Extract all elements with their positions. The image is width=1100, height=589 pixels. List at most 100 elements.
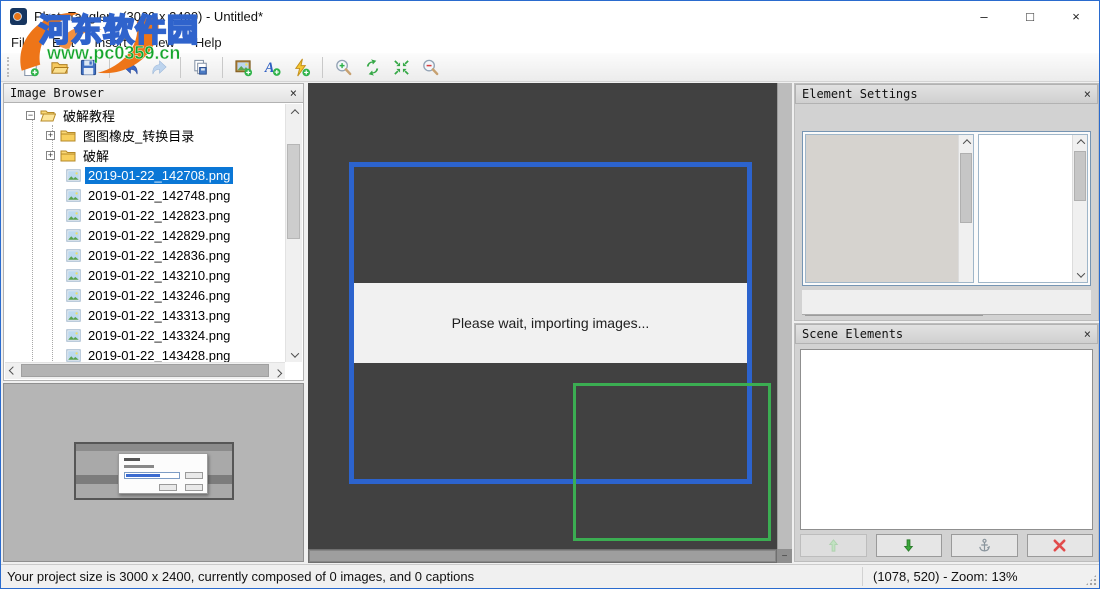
tree-item-label: 2019-01-22_142829.png [85, 227, 233, 244]
image-file-icon [66, 269, 81, 282]
close-icon[interactable]: × [1084, 88, 1091, 100]
tree-item-label: 2019-01-22_142836.png [85, 247, 233, 264]
add-image-icon[interactable] [231, 55, 256, 80]
add-caption-icon[interactable]: A [260, 55, 285, 80]
tree-item-label: 破解 [80, 145, 112, 166]
image-browser-panel: Image Browser × −破解教程+图图橡皮_转换目录+破解2019-0… [3, 83, 304, 381]
tree-item-label: 2019-01-22_143313.png [85, 307, 233, 324]
folder-icon [60, 149, 76, 162]
resize-grip[interactable] [1085, 574, 1097, 586]
tree-item-image[interactable]: 2019-01-22_142748.png [4, 185, 285, 205]
open-project-icon[interactable] [47, 55, 72, 80]
menu-insert[interactable]: Insert [84, 33, 137, 52]
close-icon[interactable]: × [290, 87, 297, 99]
refresh-view-icon[interactable] [360, 55, 385, 80]
toolbar-separator [222, 57, 223, 78]
move-down-button[interactable] [876, 534, 943, 557]
tree-item-image[interactable]: 2019-01-22_143246.png [4, 285, 285, 305]
close-button[interactable]: × [1053, 1, 1099, 32]
settings-pane-scrollbar[interactable] [958, 135, 973, 282]
tree-horizontal-scrollbar[interactable] [5, 362, 285, 379]
tree-item-label: 2019-01-22_143246.png [85, 287, 233, 304]
maximize-button[interactable]: □ [1007, 1, 1053, 32]
window-title: PhotoTangler - (3000 x 2400) - Untitled* [34, 1, 263, 32]
menu-file[interactable]: File [1, 33, 42, 52]
down-arrow-icon [901, 538, 916, 553]
add-effect-icon[interactable] [289, 55, 314, 80]
tree-item-folder[interactable]: + 破解 [4, 145, 285, 165]
tree-item-image[interactable]: 2019-01-22_143313.png [4, 305, 285, 325]
fit-view-icon[interactable] [389, 55, 414, 80]
element-settings-divider [805, 315, 983, 316]
tree-item-label: 2019-01-22_142748.png [85, 187, 233, 204]
image-browser-header: Image Browser × [3, 83, 304, 103]
zoom-in-icon[interactable] [331, 55, 356, 80]
image-file-icon [66, 189, 81, 202]
status-project-info: Your project size is 3000 x 2400, curren… [7, 565, 474, 588]
folder-tree: −破解教程 + 图图橡皮_转换目录 + 破解2019-01-22_142708.png 2… [4, 105, 285, 363]
menu-help[interactable]: Help [185, 33, 232, 52]
composition-canvas[interactable]: Please wait, importing images... − [308, 83, 792, 563]
save-project-icon[interactable] [76, 55, 101, 80]
scene-elements-list[interactable] [800, 349, 1093, 530]
tree-item-image[interactable]: 2019-01-22_142829.png [4, 225, 285, 245]
image-file-icon [66, 229, 81, 242]
tree-item-image[interactable]: 2019-01-22_143210.png [4, 265, 285, 285]
canvas-horizontal-scrollbar[interactable] [308, 549, 777, 563]
zoom-out-icon[interactable] [418, 55, 443, 80]
tree-item-image[interactable]: 2019-01-22_143324.png [4, 325, 285, 345]
close-icon[interactable]: × [1084, 328, 1091, 340]
image-file-icon [66, 249, 81, 262]
expand-plus-icon[interactable]: + [46, 131, 55, 140]
thumbnail-dialog-graphic [118, 453, 208, 494]
toolbar-grip[interactable] [7, 57, 10, 77]
selected-image-outline[interactable] [573, 383, 771, 541]
collapse-minus-icon[interactable]: − [26, 111, 35, 120]
tree-item-image[interactable]: 2019-01-22_142708.png [4, 165, 285, 185]
element-settings-box [802, 131, 1091, 286]
tree-item-label: 2019-01-22_143210.png [85, 267, 233, 284]
status-cursor-zoom: (1078, 520) - Zoom: 13% [873, 565, 1018, 588]
menu-view[interactable]: View [137, 33, 185, 52]
copy-icon[interactable] [189, 55, 214, 80]
tree-item-folder[interactable]: −破解教程 [4, 105, 285, 125]
image-file-icon [66, 289, 81, 302]
main-area: Image Browser × −破解教程+图图橡皮_转换目录+破解2019-0… [1, 82, 1099, 564]
status-bar: Your project size is 3000 x 2400, curren… [1, 564, 1099, 588]
tree-item-image[interactable]: 2019-01-22_143428.png [4, 345, 285, 363]
tree-item-label: 2019-01-22_143428.png [85, 347, 233, 364]
delete-x-icon [1052, 538, 1067, 553]
settings-list-pane[interactable] [805, 134, 974, 283]
tree-item-label: 2019-01-22_143324.png [85, 327, 233, 344]
new-project-icon[interactable] [18, 55, 43, 80]
app-icon [10, 8, 27, 25]
anchor-button[interactable] [951, 534, 1018, 557]
tree-item-label: 图图橡皮_转换目录 [80, 125, 197, 146]
image-file-icon [66, 349, 81, 362]
tree-item-image[interactable]: 2019-01-22_142823.png [4, 205, 285, 225]
undo-icon[interactable] [118, 55, 143, 80]
tree-item-label: 2019-01-22_142823.png [85, 207, 233, 224]
settings-value-pane[interactable] [978, 134, 1088, 283]
image-file-icon [66, 169, 81, 182]
element-settings-header: Element Settings × [795, 84, 1098, 104]
canvas-scrollbar-corner: − [777, 549, 792, 563]
value-pane-scrollbar[interactable] [1072, 135, 1087, 282]
image-preview-panel [3, 383, 304, 562]
anchor-icon [977, 538, 992, 553]
toolbar-separator [322, 57, 323, 78]
image-file-icon [66, 309, 81, 322]
tree-item-folder[interactable]: + 图图橡皮_转换目录 [4, 125, 285, 145]
tree-item-image[interactable]: 2019-01-22_142836.png [4, 245, 285, 265]
canvas-vertical-scrollbar[interactable] [777, 83, 792, 549]
scene-elements-panel: Scene Elements × [794, 323, 1099, 562]
minimize-button[interactable]: – [961, 1, 1007, 32]
expand-plus-icon[interactable]: + [46, 151, 55, 160]
image-file-icon [66, 329, 81, 342]
tree-item-label: 2019-01-22_142708.png [85, 167, 233, 184]
delete-button[interactable] [1027, 534, 1094, 557]
importing-message: Please wait, importing images... [354, 283, 747, 363]
tree-vertical-scrollbar[interactable] [285, 104, 302, 362]
folder-icon [60, 129, 76, 142]
menu-edit[interactable]: Edit [42, 33, 84, 52]
